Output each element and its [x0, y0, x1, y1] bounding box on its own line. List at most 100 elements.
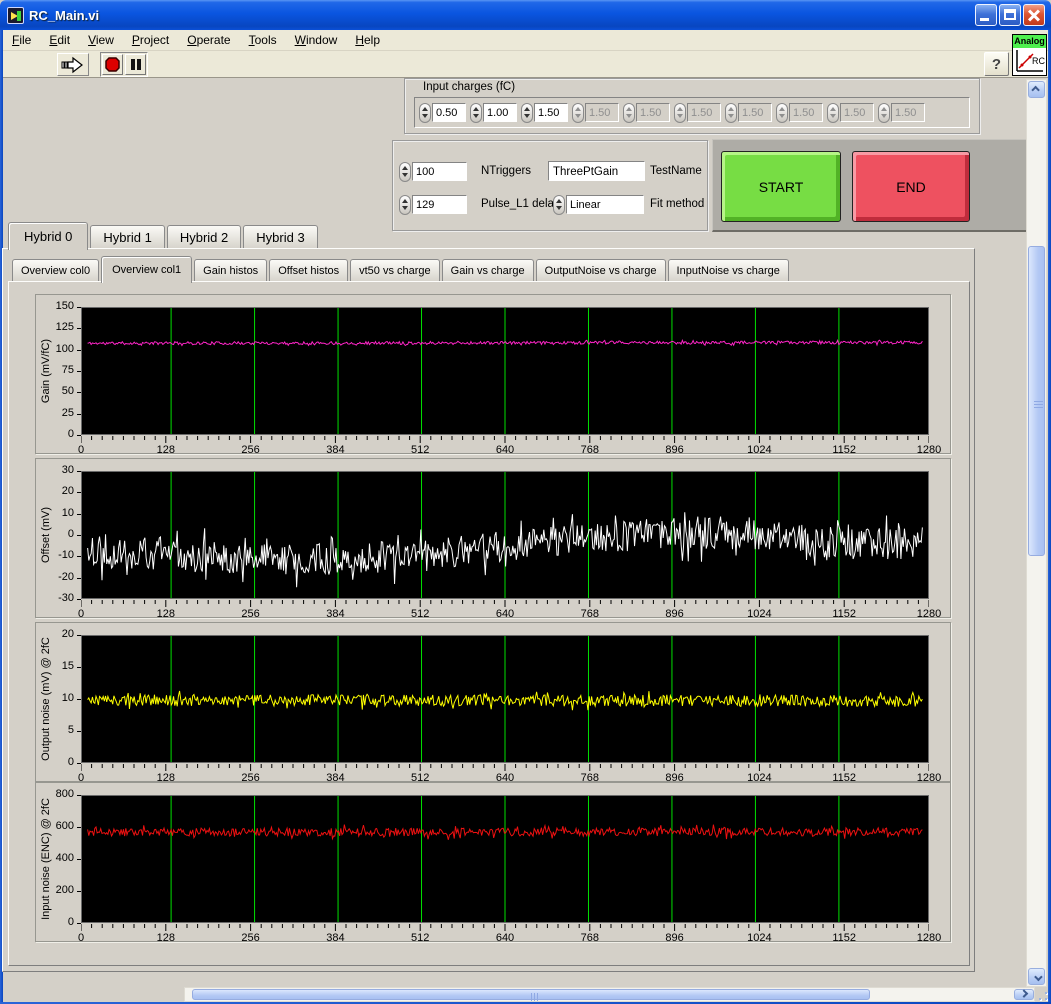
x-tick-label: 128	[156, 932, 175, 944]
menu-help[interactable]: Help	[346, 31, 389, 49]
start-button[interactable]: START	[721, 151, 841, 222]
x-axis-ticks	[81, 436, 929, 443]
y-tick-label: 100	[55, 342, 74, 355]
y-tick-label: 20	[61, 628, 74, 640]
spinner-up-down-buttons	[878, 102, 890, 123]
spinner-up-down-buttons[interactable]	[399, 161, 411, 182]
tab-gain-vs-charge[interactable]: Gain vs charge	[441, 259, 534, 281]
y-tick-label: 0	[67, 916, 74, 928]
close-button[interactable]	[1023, 4, 1045, 26]
y-tick-label: 25	[61, 406, 74, 419]
x-tick-label: 384	[326, 932, 345, 944]
x-tick-label: 512	[411, 608, 430, 620]
pause-icon	[130, 59, 141, 70]
vertical-scrollbar[interactable]	[1026, 79, 1047, 987]
input-charge-value-2[interactable]: 1.50	[534, 103, 568, 122]
y-tick-label: -10	[58, 549, 74, 562]
tab-gain-histos[interactable]: Gain histos	[194, 259, 268, 281]
menu-file[interactable]: File	[3, 31, 40, 49]
menu-operate[interactable]: Operate	[178, 31, 239, 49]
menu-edit[interactable]: Edit	[40, 31, 79, 49]
x-tick-label: 1280	[916, 932, 942, 944]
fit-method-value[interactable]: Linear	[566, 195, 644, 214]
scroll-down-button[interactable]	[1028, 968, 1045, 985]
y-tick-label: 75	[61, 364, 74, 376]
vertical-scroll-thumb[interactable]	[1028, 246, 1045, 556]
x-tick-label: 1024	[747, 608, 772, 620]
run-button[interactable]	[57, 53, 89, 76]
input-charge-value-0[interactable]: 0.50	[432, 103, 466, 122]
tab-inputnoise-vs-charge[interactable]: InputNoise vs charge	[667, 259, 789, 281]
tab-outputnoise-vs-charge[interactable]: OutputNoise vs charge	[535, 259, 666, 281]
spinner-up-down-buttons	[776, 102, 788, 123]
abort-button[interactable]	[102, 54, 123, 75]
tab-hybrid-0[interactable]: Hybrid 0	[8, 222, 89, 250]
input-charge-spinner-2[interactable]: 1.50	[521, 102, 568, 123]
x-tick-label: 256	[241, 608, 260, 620]
settings-cluster: 100 NTriggers 129 Pulse_L1 delay ThreePt…	[392, 140, 708, 231]
menu-bar: File Edit View Project Operate Tools Window Hel…	[3, 30, 1048, 51]
output-noise-plot-area	[81, 635, 929, 763]
y-tick-label: 0	[67, 428, 74, 440]
x-tick-label: 768	[580, 444, 599, 456]
chevron-down-icon	[1033, 972, 1043, 981]
end-button[interactable]: END	[852, 151, 970, 222]
maximize-icon	[1004, 9, 1016, 20]
spinner-up-down-buttons	[725, 102, 737, 123]
spinner-up-down-buttons[interactable]	[521, 102, 533, 123]
tab-hybrid-2[interactable]: Hybrid 2	[166, 225, 242, 248]
y-tick-label: 10	[61, 692, 74, 704]
help-button[interactable]: ?	[984, 52, 1009, 76]
action-buttons-panel: START END	[712, 139, 1038, 232]
minimize-button[interactable]	[975, 4, 997, 26]
horizontal-scrollbar[interactable]	[184, 987, 1035, 1002]
view-tab-strip: Overview col0 Overview col1 Gain histos Off…	[12, 256, 789, 283]
pulse-delay-value[interactable]: 129	[412, 195, 467, 214]
tab-offset-histos[interactable]: Offset histos	[269, 259, 349, 281]
y-tick-label: 150	[55, 300, 74, 312]
resize-grip[interactable]	[1037, 990, 1049, 1002]
x-tick-label: 512	[411, 932, 430, 944]
maximize-button[interactable]	[999, 4, 1021, 26]
pulse-delay-spinner[interactable]: 129	[399, 194, 467, 215]
input-charge-spinner-1[interactable]: 1.00	[470, 102, 517, 123]
ntriggers-value[interactable]: 100	[412, 162, 467, 181]
minimize-icon	[980, 18, 989, 21]
x-tick-label: 256	[241, 444, 260, 456]
menu-project[interactable]: Project	[123, 31, 178, 49]
scroll-right-button[interactable]	[1014, 988, 1034, 1000]
testname-field[interactable]: ThreePtGain	[548, 161, 645, 181]
spinner-up-down-buttons[interactable]	[419, 102, 431, 123]
horizontal-scroll-thumb[interactable]	[192, 989, 870, 1001]
x-axis-ticks	[81, 924, 929, 931]
hybrid-tab-strip: Hybrid 0 Hybrid 1 Hybrid 2 Hybrid 3	[8, 222, 318, 250]
spinner-up-down-buttons[interactable]	[470, 102, 482, 123]
x-tick-label: 768	[580, 608, 599, 620]
input-charge-spinner-0[interactable]: 0.50	[419, 102, 466, 123]
input-charge-spinner-7: 1.50	[776, 102, 823, 123]
tab-vt50-vs-charge[interactable]: vt50 vs charge	[350, 259, 440, 281]
menu-tools[interactable]: Tools	[240, 31, 286, 49]
window-title: RC_Main.vi	[29, 7, 100, 23]
input-charge-spinner-8: 1.50	[827, 102, 874, 123]
scroll-up-button[interactable]	[1028, 81, 1045, 98]
y-tick-label: -20	[58, 570, 74, 583]
menu-window[interactable]: Window	[286, 31, 347, 49]
input-charge-spinner-9: 1.50	[878, 102, 925, 123]
spinner-up-down-buttons[interactable]	[399, 194, 411, 215]
menu-view[interactable]: View	[79, 31, 123, 49]
x-tick-label: 768	[580, 932, 599, 944]
toolbar	[3, 51, 1048, 78]
input-charge-value-1[interactable]: 1.00	[483, 103, 517, 122]
tab-overview-col1[interactable]: Overview col1	[101, 256, 193, 283]
tab-hybrid-1[interactable]: Hybrid 1	[90, 225, 165, 248]
fit-method-ring[interactable]: Linear	[553, 194, 644, 215]
tab-hybrid-3[interactable]: Hybrid 3	[243, 225, 318, 248]
pause-button[interactable]	[125, 54, 146, 75]
ntriggers-spinner[interactable]: 100	[399, 161, 467, 182]
spinner-up-down-buttons[interactable]	[553, 194, 565, 215]
tab-overview-col0[interactable]: Overview col0	[12, 259, 100, 281]
input-charge-value-4: 1.50	[636, 103, 670, 122]
testname-label: TestName	[650, 165, 702, 177]
title-bar[interactable]: RC_Main.vi	[0, 0, 1051, 30]
